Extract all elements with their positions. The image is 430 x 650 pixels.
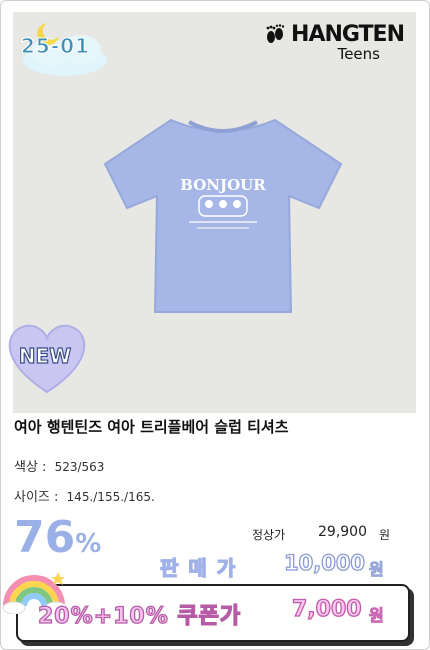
brand-logo: HANGTEN Teens [264, 22, 405, 63]
tshirt-image: BONJOUR [103, 118, 343, 313]
size-spec: 사이즈 : 145./155./165. [14, 486, 155, 505]
sale-price-label: 판매가 [159, 555, 246, 580]
regular-price-unit: 원 [379, 528, 391, 542]
coupon-price: 7,000 [291, 596, 362, 622]
sale-price: 10,000 [283, 550, 366, 575]
brand-name: HANGTEN [291, 22, 405, 47]
size-label: 사이즈 : [14, 490, 59, 505]
discount-rate: 76% [14, 512, 101, 563]
product-title[interactable]: 여아 행텐틴즈 여아 트리플베어 슬럽 티셔츠 [14, 416, 289, 437]
color-label: 색상 : [14, 460, 47, 475]
color-value: 523/563 [54, 460, 105, 474]
coupon-price-label: 20%+10% 쿠폰가 [37, 603, 242, 629]
color-spec: 색상 : 523/563 [14, 456, 104, 475]
discount-unit: % [75, 529, 102, 559]
regular-price-label: 정상가 [252, 528, 286, 542]
footprints-icon [266, 23, 285, 43]
discount-value: 76 [14, 512, 76, 563]
coupon-price-unit: 원 [369, 606, 385, 626]
sale-price-unit: 원 [369, 560, 385, 580]
size-value: 145./155./165. [66, 490, 155, 504]
brand-sub: Teens [337, 45, 380, 63]
tshirt-print-text: BONJOUR [180, 176, 266, 194]
season-code: 25-01 [21, 34, 90, 59]
regular-price: 29,900 [318, 524, 367, 540]
new-badge: NEW [18, 343, 72, 368]
